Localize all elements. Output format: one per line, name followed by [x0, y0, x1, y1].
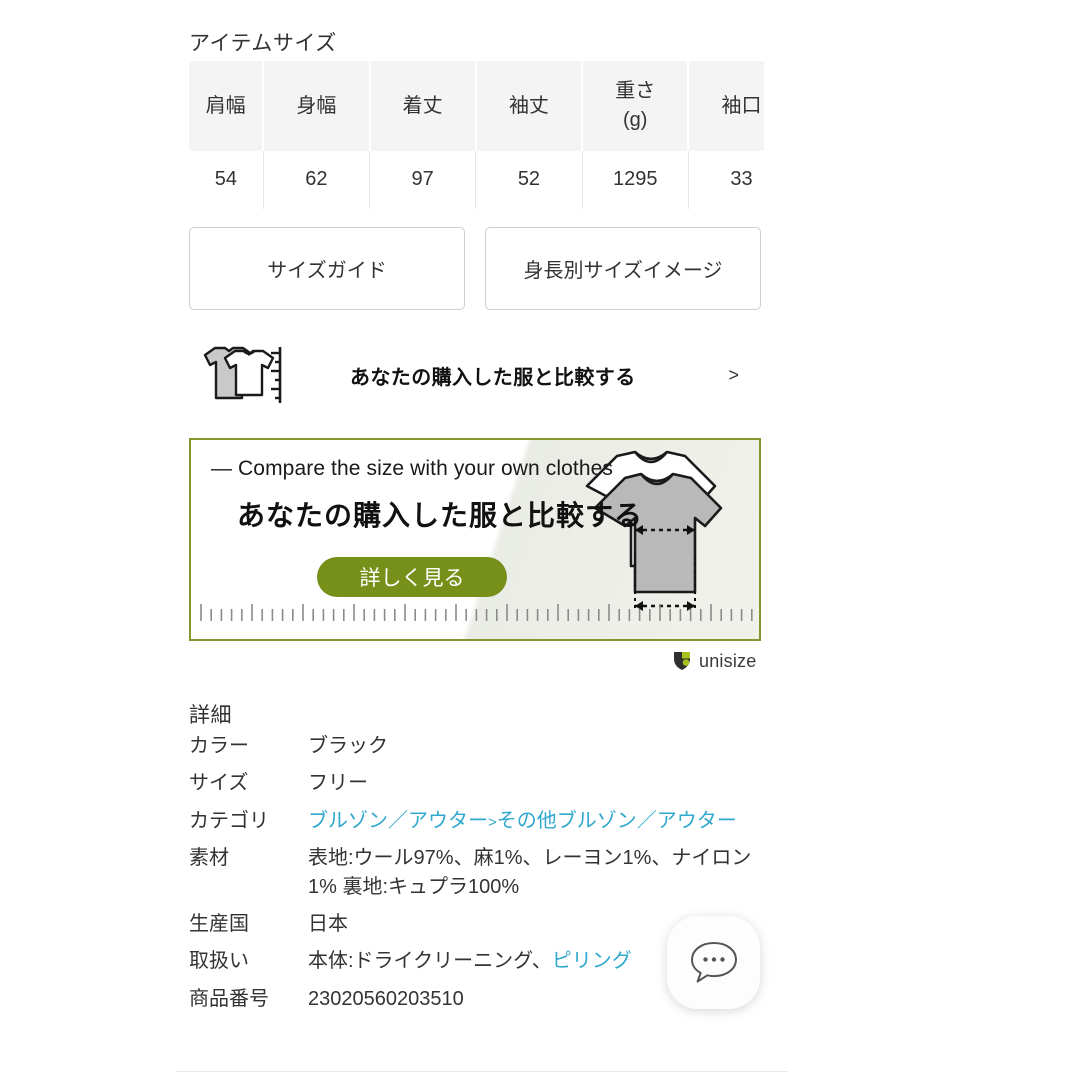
cell-value-3: 52 — [517, 168, 541, 191]
table-cell: 33 — [688, 151, 764, 209]
table-header-cell: 袖口 — [688, 61, 764, 151]
category-separator: > — [488, 813, 497, 831]
header-label-0: 肩幅 — [205, 94, 246, 117]
chevron-right-icon: > — [728, 364, 739, 385]
compare-link-label: あなたの購入した服と比較する — [350, 366, 636, 389]
table-header-cell: 着丈 — [369, 61, 477, 151]
table-cell: 1295 — [582, 151, 689, 209]
unisize-shield-icon — [674, 652, 690, 670]
table-cell: 54 — [189, 151, 264, 209]
table-header-cell: 袖丈 — [475, 61, 584, 151]
banner-detail-cta-button[interactable]: 詳しく見る — [317, 557, 507, 597]
category-link-parent[interactable]: ブルゾン／アウター — [308, 810, 488, 832]
category-link-child[interactable]: その他ブルゾン／アウター — [497, 810, 737, 832]
unisize-promo-banner[interactable]: — Compare the size with your own clothes… — [189, 438, 761, 641]
table-header-row: 肩幅 身幅 着丈 袖丈 重さ (g) 袖口 — [189, 61, 764, 151]
ruler-decoration — [200, 604, 753, 621]
detail-row-size: サイズ フリー — [189, 769, 769, 797]
banner-english-headline: — Compare the size with your own clothes — [211, 457, 614, 480]
detail-label: サイズ — [189, 772, 249, 795]
detail-value: 表地:ウール97%、麻1%、レーヨン1%、ナイロン1% 裏地:キュプラ100% — [308, 847, 752, 898]
unisize-brand-text: unisize — [699, 650, 757, 671]
product-detail-page: アイテムサイズ 肩幅 身幅 着丈 袖丈 重さ (g) 袖口 54 62 97 5… — [0, 0, 1080, 1080]
table-cell: 62 — [263, 151, 371, 209]
detail-label: カテゴリ — [189, 809, 269, 832]
detail-label: 生産国 — [189, 912, 249, 935]
header-label-5: 袖口 — [721, 94, 762, 117]
detail-label: 取扱い — [189, 950, 249, 973]
table-cell: 97 — [369, 151, 477, 209]
cell-value-4: 1295 — [612, 168, 658, 191]
cell-value-2: 97 — [411, 168, 434, 191]
header-label-2: 着丈 — [402, 94, 443, 117]
chat-bubble-icon — [690, 941, 737, 982]
detail-label: カラー — [189, 735, 249, 757]
details-title: 詳細 — [189, 704, 232, 727]
detail-value: フリー — [308, 772, 368, 795]
detail-value: ブラック — [308, 735, 388, 757]
header-label-4: 重さ (g) — [615, 80, 656, 131]
header-label-3: 袖丈 — [508, 94, 549, 117]
detail-row-material: 素材 表地:ウール97%、麻1%、レーヨン1%、ナイロン1% 裏地:キュプラ10… — [189, 844, 769, 901]
item-size-title: アイテムサイズ — [189, 32, 337, 55]
two-tshirts-ruler-icon — [203, 346, 282, 403]
size-guide-button[interactable]: サイズガイド — [189, 227, 465, 310]
detail-row-color: カラー ブラック — [189, 732, 769, 760]
header-label-1: 身幅 — [296, 94, 337, 117]
unisize-logo: unisize — [672, 649, 756, 673]
item-size-table: 肩幅 身幅 着丈 袖丈 重さ (g) 袖口 54 62 97 52 1295 3… — [189, 61, 764, 209]
item-size-table-wrapper: 肩幅 身幅 着丈 袖丈 重さ (g) 袖口 54 62 97 52 1295 3… — [189, 61, 764, 209]
table-header-cell: 身幅 — [263, 61, 371, 151]
detail-label: 商品番号 — [189, 987, 269, 1010]
table-row: 54 62 97 52 1295 33 — [189, 151, 764, 209]
cell-value-5: 33 — [730, 168, 753, 191]
detail-label: 素材 — [189, 847, 229, 870]
compare-your-clothes-link[interactable]: あなたの購入した服と比較する > — [189, 340, 761, 410]
detail-value-category: ブルゾン／アウター>その他ブルゾン／アウター — [308, 807, 769, 835]
cell-value-0: 54 — [214, 168, 237, 191]
table-header-cell: 肩幅 — [189, 61, 265, 151]
height-size-image-button[interactable]: 身長別サイズイメージ — [485, 227, 761, 310]
banner-japanese-headline: あなたの購入した服と比較する — [237, 500, 644, 531]
table-header-cell: 重さ (g) — [582, 61, 690, 151]
chat-floating-button[interactable] — [667, 916, 760, 1009]
section-divider — [176, 1071, 788, 1072]
pilling-link[interactable]: ピリング — [552, 950, 632, 972]
cell-value-1: 62 — [305, 168, 328, 191]
table-cell: 52 — [475, 151, 583, 209]
care-text: 本体:ドライクリーニング、 — [308, 950, 552, 973]
detail-row-category: カテゴリ ブルゾン／アウター>その他ブルゾン／アウター — [189, 807, 769, 835]
